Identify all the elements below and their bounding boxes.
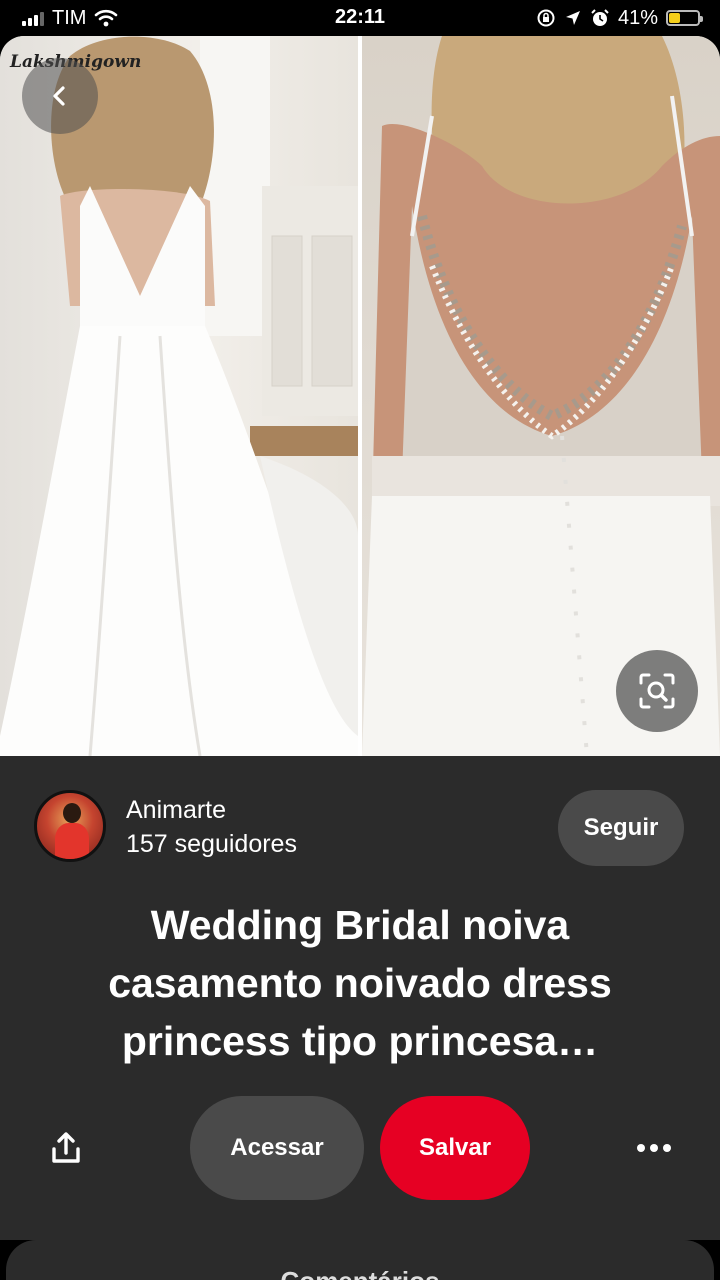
alarm-icon (591, 9, 609, 26)
comments-section[interactable]: Comentários (6, 1240, 714, 1280)
follower-count: 157 seguidores (126, 830, 297, 858)
rotation-lock-icon (537, 9, 555, 27)
dress-front-illustration (0, 36, 358, 756)
status-right: 41% (536, 6, 703, 30)
creator-name[interactable]: Animarte (126, 796, 226, 825)
status-bar: TIM 22:11 41% (0, 0, 720, 36)
save-button[interactable]: Salvar (380, 1096, 530, 1200)
more-horizontal-icon (637, 1144, 645, 1152)
dress-back-illustration (362, 36, 720, 756)
more-options-button[interactable] (626, 1122, 682, 1174)
creator-avatar[interactable] (34, 790, 106, 862)
battery-icon (666, 10, 703, 26)
visual-search-button[interactable] (616, 650, 698, 732)
dress-back-photo (362, 36, 720, 756)
share-icon (52, 1132, 80, 1163)
back-button[interactable] (22, 58, 98, 134)
battery-level (669, 13, 681, 23)
pin-details-panel: Animarte 157 seguidores Seguir Wedding B… (0, 756, 720, 1240)
battery-percent: 41% (617, 6, 658, 29)
share-button[interactable] (36, 1118, 96, 1178)
action-bar: Acessar Salvar (0, 1096, 720, 1200)
pin-image[interactable]: Lakshmigown (0, 36, 720, 756)
visit-button[interactable]: Acessar (190, 1096, 364, 1200)
chevron-left-icon (53, 86, 65, 106)
dress-front-photo (0, 36, 358, 756)
visual-search-icon (639, 673, 675, 709)
follow-button[interactable]: Seguir (558, 790, 684, 866)
pin-title: Wedding Bridal noiva casamento noivado d… (108, 902, 612, 1064)
location-icon (565, 11, 580, 25)
comments-heading: Comentários (6, 1266, 714, 1280)
